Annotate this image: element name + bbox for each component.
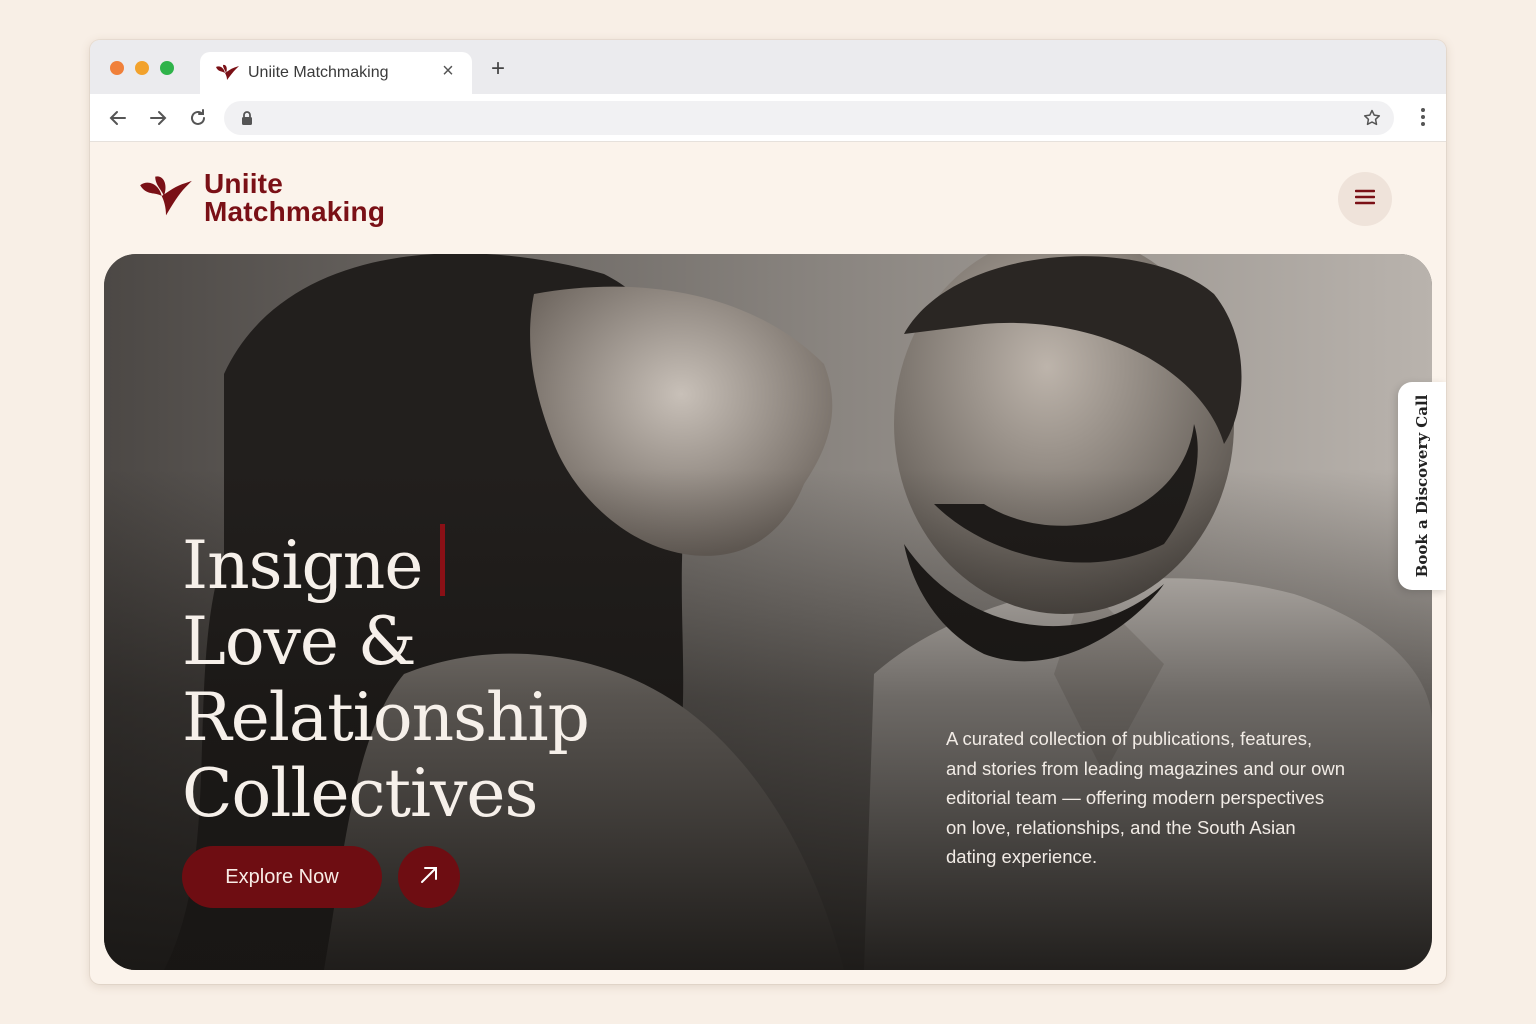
headline-line-2: Love & (182, 603, 417, 680)
hamburger-menu-button[interactable] (1338, 172, 1392, 226)
headline-line-3: Relationship (182, 679, 590, 756)
site-logo[interactable]: Uniite Matchmaking (138, 170, 385, 226)
hero-description: A curated collection of publications, fe… (946, 728, 1346, 867)
minimize-window-button[interactable] (135, 61, 149, 75)
hero-headline: Insigne Love & Relationship Collectives (182, 524, 590, 832)
explore-now-button[interactable]: Explore Now (182, 846, 382, 908)
star-icon[interactable] (1362, 108, 1382, 133)
browser-tab[interactable]: Uniite Matchmaking × (200, 52, 472, 94)
arrow-right-icon[interactable] (146, 106, 170, 130)
logo-line-2: Matchmaking (204, 196, 386, 227)
arrow-up-right-icon (417, 863, 441, 892)
bird-logo-icon (214, 63, 240, 88)
kebab-menu-icon[interactable] (1420, 106, 1426, 133)
hero-section: Insigne Love & Relationship Collectives … (104, 254, 1432, 970)
browser-titlebar: Uniite Matchmaking × + (90, 40, 1446, 94)
new-tab-button[interactable]: + (486, 57, 510, 81)
close-window-button[interactable] (110, 61, 124, 75)
side-tab-label: Book a Discovery Call (1413, 394, 1431, 578)
close-tab-icon[interactable]: × (438, 61, 458, 81)
reload-icon[interactable] (186, 106, 210, 130)
bird-logo-icon (138, 174, 194, 223)
arrow-left-icon[interactable] (106, 106, 130, 130)
explore-arrow-button[interactable] (398, 846, 460, 908)
hamburger-menu-icon (1354, 189, 1376, 210)
address-bar[interactable] (224, 101, 1394, 135)
lock-icon (240, 110, 254, 131)
headline-line-4: Collectives (182, 755, 538, 832)
web-page: Uniite Matchmaking Insigne Love & Relati… (90, 142, 1446, 984)
headline-line-1: Insigne (182, 527, 423, 604)
browser-window: Uniite Matchmaking × + Uniite Matchmakin… (90, 40, 1446, 984)
tab-title: Uniite Matchmaking (248, 64, 389, 81)
maximize-window-button[interactable] (160, 61, 174, 75)
logo-line-1: Uniite (204, 168, 283, 199)
browser-toolbar (90, 94, 1446, 142)
book-discovery-call-tab[interactable]: Book a Discovery Call (1398, 382, 1446, 590)
text-cursor (440, 524, 446, 596)
